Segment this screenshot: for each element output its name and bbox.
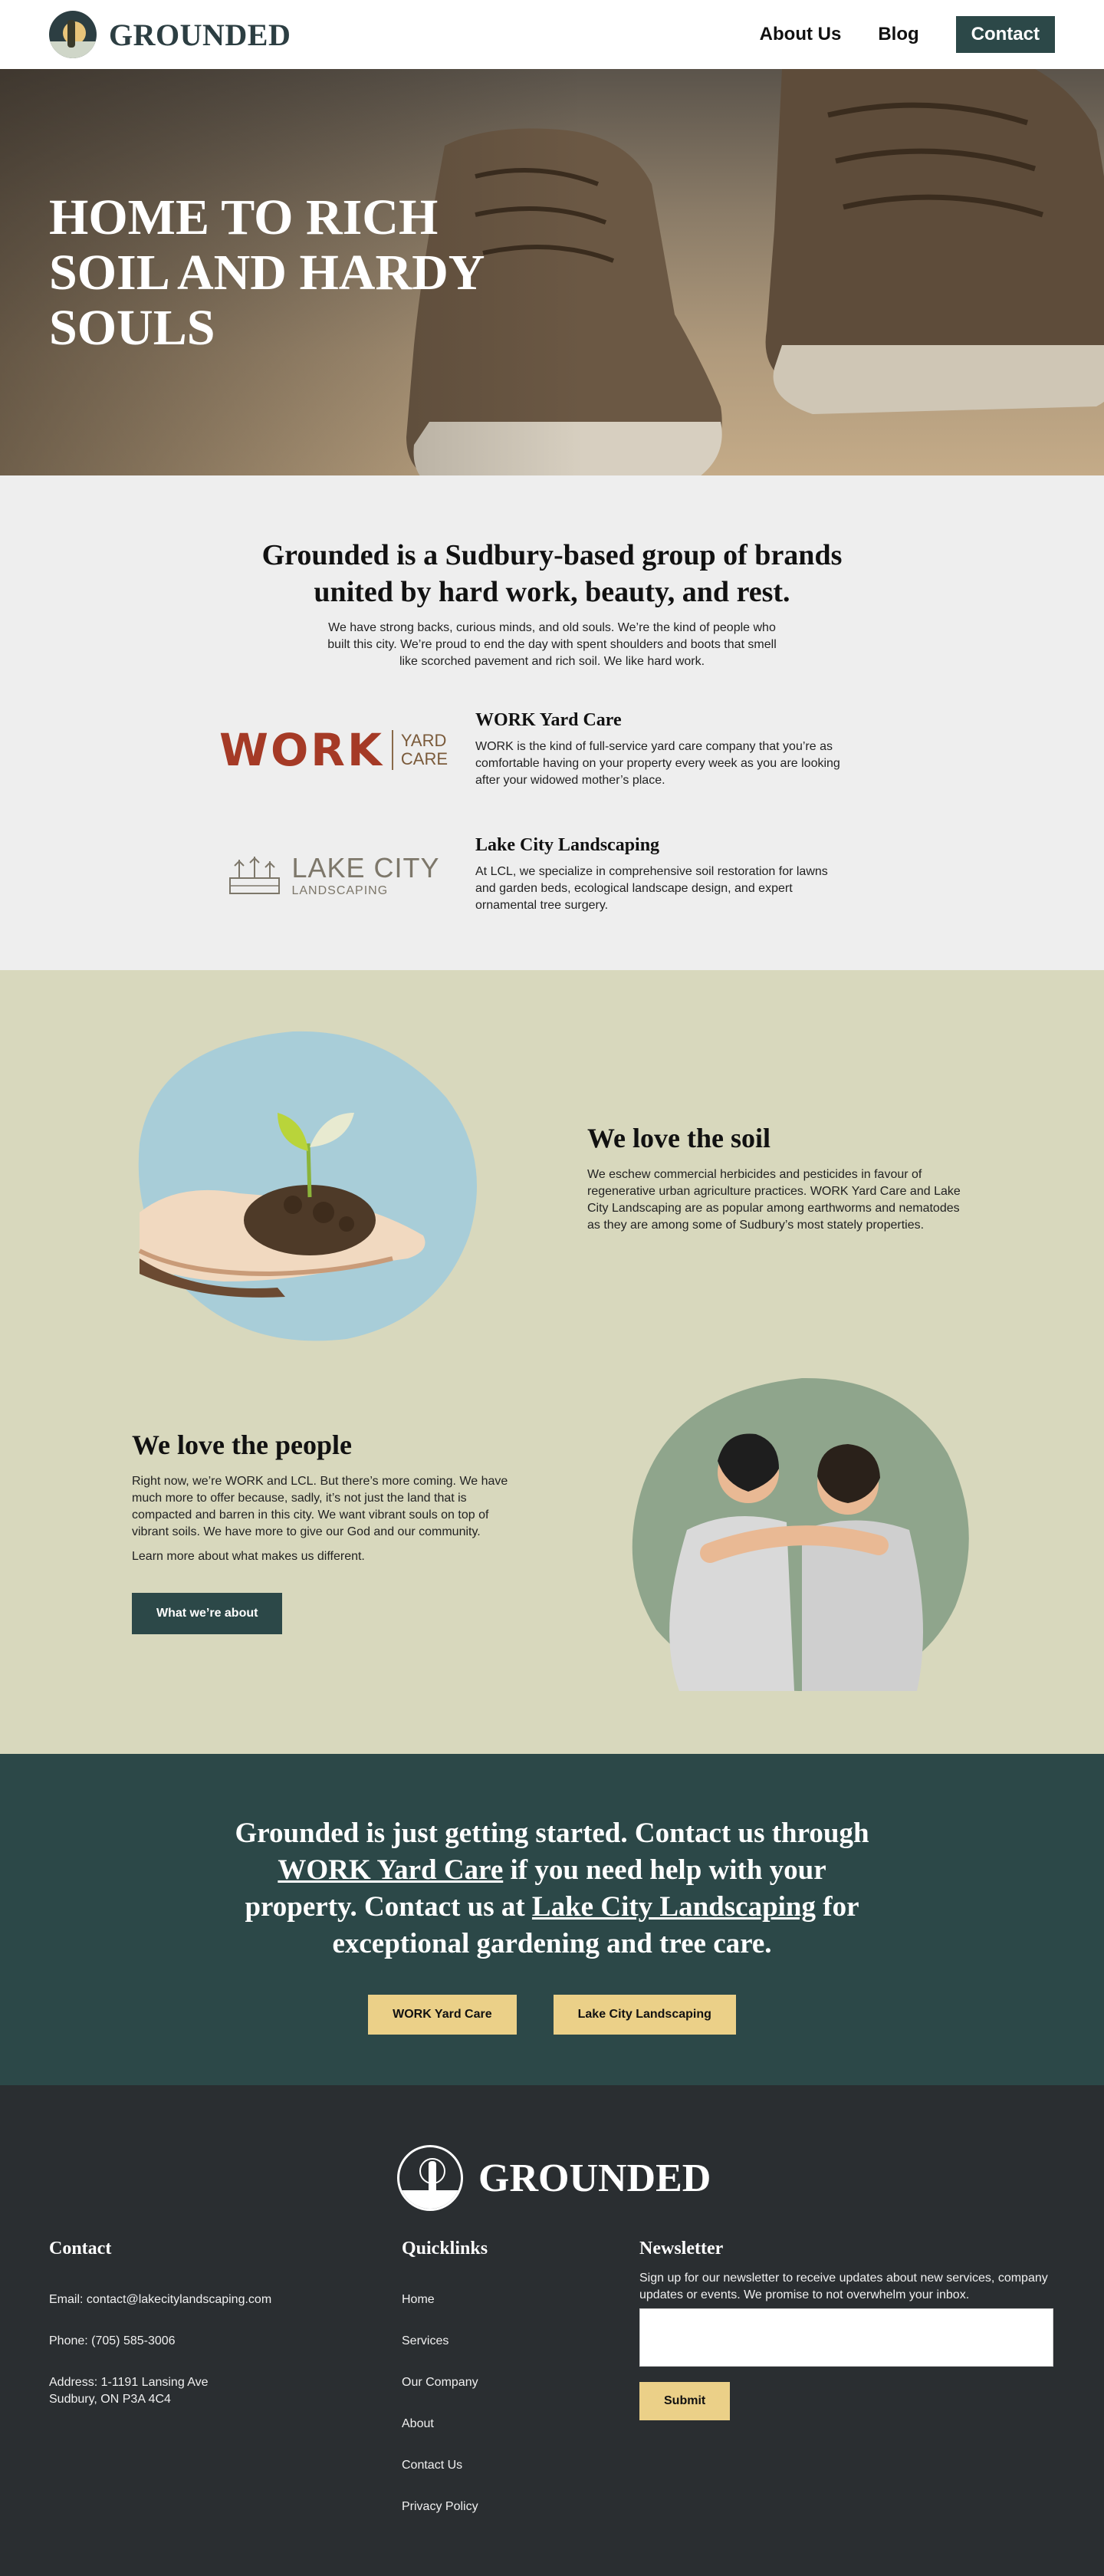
right-boot-image — [765, 69, 1104, 414]
footer-brand-name: GROUNDED — [478, 2156, 711, 2200]
intro-text: We have strong backs, curious minds, and… — [327, 621, 777, 668]
work-logo-word: WORK — [219, 723, 384, 776]
footer-address-line-1: Address: 1-1191 Lansing Ave — [49, 2376, 209, 2389]
hero-title: HOME TO RICH SOIL AND HARDY SOULS — [49, 189, 483, 356]
cta-text: Grounded is just getting started. Contac… — [235, 1818, 869, 1959]
garden-bed-icon — [229, 856, 281, 894]
site-footer: GROUNDED Contact Email: contact@lakecity… — [0, 2085, 1104, 2576]
cta-link-lcl[interactable]: Lake City Landscaping — [532, 1891, 816, 1923]
lake-city-landscaping-button[interactable]: Lake City Landscaping — [553, 1995, 736, 2035]
lake-city-landscaping-logo: LAKE CITY LANDSCAPING — [222, 852, 445, 898]
footer-email[interactable]: Email: contact@lakecitylandscaping.com — [49, 2291, 271, 2308]
newsletter-text: Sign up for our newsletter to receive up… — [639, 2272, 1048, 2301]
newsletter-email-input[interactable] — [639, 2308, 1053, 2367]
footer-grounded-logo-icon — [397, 2145, 463, 2211]
quicklink-contact-us[interactable]: Contact Us — [402, 2457, 488, 2474]
work-yard-care-logo: WORK YARD CARE — [219, 723, 449, 776]
people-block: We love the people Right now, we’re WORK… — [132, 1429, 515, 1634]
work-yard-care-button[interactable]: WORK Yard Care — [368, 1995, 517, 2035]
lcl-logo-sub: LANDSCAPING — [291, 883, 389, 897]
brand-work-row: WORK YARD CARE WORK Yard Care WORK is th… — [219, 710, 882, 789]
people-text-learn-more: Learn more about what makes us different… — [132, 1550, 365, 1563]
cta-buttons: WORK Yard Care Lake City Landscaping — [0, 1995, 1104, 2035]
footer-newsletter-column: Newsletter Sign up for our newsletter to… — [639, 2239, 1053, 2420]
brand-name-work: WORK Yard Care — [475, 710, 622, 730]
footer-address-line-2: Sudbury, ON P3A 4C4 — [49, 2393, 171, 2406]
lcl-logo-word: LAKE CITY — [291, 851, 440, 883]
work-logo-sub-yard: YARD — [400, 730, 447, 750]
cta-section: Grounded is just getting started. Contac… — [0, 1754, 1104, 2085]
newsletter-submit-button[interactable]: Submit — [639, 2382, 731, 2420]
work-logo-sub-care: CARE — [400, 748, 449, 768]
nav-about-us[interactable]: About Us — [760, 24, 842, 45]
footer-newsletter-title: Newsletter — [639, 2239, 724, 2259]
quicklink-about[interactable]: About — [402, 2416, 488, 2433]
nav-blog[interactable]: Blog — [878, 24, 918, 45]
footer-contact-title: Contact — [49, 2239, 112, 2259]
footer-quicklinks-column: Quicklinks Home Services Our Company Abo… — [402, 2239, 488, 2540]
footer-phone[interactable]: Phone: (705) 585-3006 — [49, 2333, 271, 2350]
people-illustration — [632, 1377, 969, 1692]
quicklink-services[interactable]: Services — [402, 2333, 488, 2350]
nav-contact-button[interactable]: Contact — [955, 16, 1055, 53]
soil-title: We love the soil — [587, 1123, 770, 1153]
hero-section: HOME TO RICH SOIL AND HARDY SOULS — [0, 69, 1104, 475]
soil-text: We eschew commercial herbicides and pest… — [587, 1168, 961, 1232]
brand-description-lcl: At LCL, we specialize in comprehensive s… — [475, 865, 828, 912]
people-text: Right now, we’re WORK and LCL. But there… — [132, 1475, 508, 1538]
brand-home-link[interactable]: GROUNDED — [49, 11, 291, 58]
quicklink-our-company[interactable]: Our Company — [402, 2374, 488, 2391]
intro-section: Grounded is a Sudbury-based group of bra… — [0, 475, 1104, 970]
what-were-about-button[interactable]: What we’re about — [132, 1593, 283, 1634]
values-section: We love the soil We eschew commercial he… — [0, 970, 1104, 1754]
quicklink-home[interactable]: Home — [402, 2291, 488, 2308]
brand-name-lcl: Lake City Landscaping — [475, 835, 660, 855]
footer-contact-column: Contact Email: contact@lakecitylandscapi… — [49, 2239, 271, 2408]
site-header: GROUNDED About Us Blog Contact — [0, 0, 1104, 69]
brand-name: GROUNDED — [109, 17, 291, 52]
people-title: We love the people — [132, 1429, 352, 1460]
intro-title: Grounded is a Sudbury-based group of bra… — [261, 539, 843, 608]
quicklink-privacy-policy[interactable]: Privacy Policy — [402, 2499, 488, 2515]
main-nav: About Us Blog Contact — [760, 16, 1055, 53]
footer-quicklinks-title: Quicklinks — [402, 2239, 488, 2259]
cta-link-work[interactable]: WORK Yard Care — [278, 1854, 503, 1886]
brand-lcl-row: LAKE CITY LANDSCAPING Lake City Landscap… — [222, 835, 882, 914]
footer-brand[interactable]: GROUNDED — [397, 2145, 711, 2211]
brand-description-work: WORK is the kind of full-service yard ca… — [475, 740, 840, 787]
soil-hand-illustration — [138, 1031, 477, 1341]
soil-block: We love the soil We eschew commercial he… — [587, 1122, 963, 1234]
grounded-logo-icon — [49, 11, 97, 58]
